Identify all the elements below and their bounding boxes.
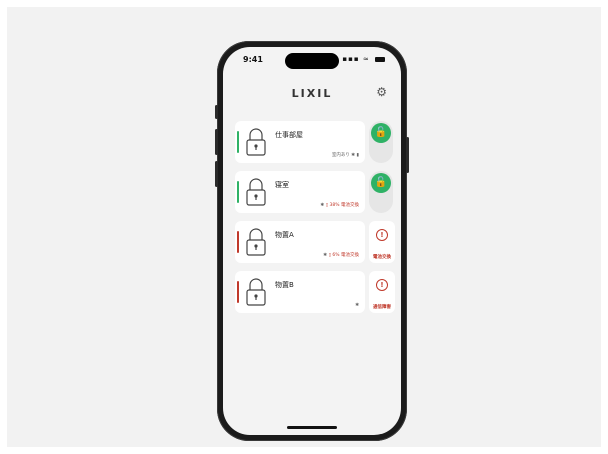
background: 9:41 ▪▪▪ ≈ LIXIL ⚙ 仕事部屋 室内あり ✱ ▮ 🔓 寝室 ✱ … [7, 7, 601, 447]
lock-card-2[interactable]: 寝室 ✱ ▯ 38% 電池交換 [235, 171, 365, 213]
gear-icon[interactable]: ⚙ [376, 85, 387, 99]
lock-name: 物置A [275, 231, 294, 239]
unlocked-icon: 🔓 [371, 123, 391, 143]
status-bar: 9:41 ▪▪▪ ≈ [223, 47, 401, 71]
lock-meta: 室内あり ✱ ▮ [331, 153, 359, 158]
warning-icon: ! [376, 279, 388, 291]
lock-card-4[interactable]: 物置B ✱ [235, 271, 365, 313]
phone-frame: 9:41 ▪▪▪ ≈ LIXIL ⚙ 仕事部屋 室内あり ✱ ▮ 🔓 寝室 ✱ … [215, 41, 409, 441]
lock-meta: ✱ [355, 303, 359, 308]
status-accent-error [237, 281, 239, 303]
home-indicator [287, 426, 337, 429]
bluetooth-icon: ✱ [320, 203, 325, 208]
lock-meta: ✱ ▯ 38% 電池交換 [320, 203, 359, 208]
battery-icon [375, 56, 385, 62]
status-accent-error [237, 231, 239, 253]
lock-card-1[interactable]: 仕事部屋 室内あり ✱ ▮ [235, 121, 365, 163]
status-accent-ok [237, 131, 239, 153]
battery-empty-icon: ▯ [328, 253, 331, 258]
alert-label: 通信障害 [373, 305, 391, 310]
lock-meta: ✱ ▯ 6% 電池交換 [323, 253, 359, 258]
padlock-icon [246, 278, 266, 306]
lock-name: 物置B [275, 281, 294, 289]
bluetooth-icon: ✱ [355, 303, 359, 308]
volume-down-button [215, 161, 218, 187]
volume-up-button [215, 129, 218, 155]
padlock-icon [246, 178, 266, 206]
app-screen: 9:41 ▪▪▪ ≈ LIXIL ⚙ 仕事部屋 室内あり ✱ ▮ 🔓 寝室 ✱ … [223, 47, 401, 435]
padlock-icon [246, 228, 266, 256]
battery-low-icon: ▯ [325, 203, 329, 208]
app-header: LIXIL ⚙ [223, 85, 401, 107]
warning-icon: ! [376, 229, 388, 241]
lock-alert-4[interactable]: ! 通信障害 [369, 271, 395, 313]
signal-icon: ▪▪▪ [342, 55, 360, 63]
alert-label: 電池交換 [373, 255, 391, 260]
status-icons: ▪▪▪ ≈ [342, 55, 385, 63]
lock-card-3[interactable]: 物置A ✱ ▯ 6% 電池交換 [235, 221, 365, 263]
status-accent-ok [237, 181, 239, 203]
battery-small-icon: ▮ [356, 153, 359, 158]
bluetooth-icon: ✱ [351, 153, 356, 158]
unlocked-icon: 🔓 [371, 173, 391, 193]
status-time: 9:41 [243, 55, 263, 64]
dynamic-island [285, 53, 339, 69]
lock-name: 仕事部屋 [275, 131, 303, 139]
bluetooth-icon: ✱ [323, 253, 328, 258]
wifi-icon: ≈ [362, 55, 370, 63]
power-button [406, 137, 409, 173]
lock-toggle-1[interactable]: 🔓 [369, 121, 393, 163]
mute-switch [215, 105, 218, 119]
lock-name: 寝室 [275, 181, 289, 189]
lock-toggle-2[interactable]: 🔓 [369, 171, 393, 213]
padlock-icon [246, 128, 266, 156]
lock-alert-3[interactable]: ! 電池交換 [369, 221, 395, 263]
lixil-logo: LIXIL [291, 87, 333, 100]
